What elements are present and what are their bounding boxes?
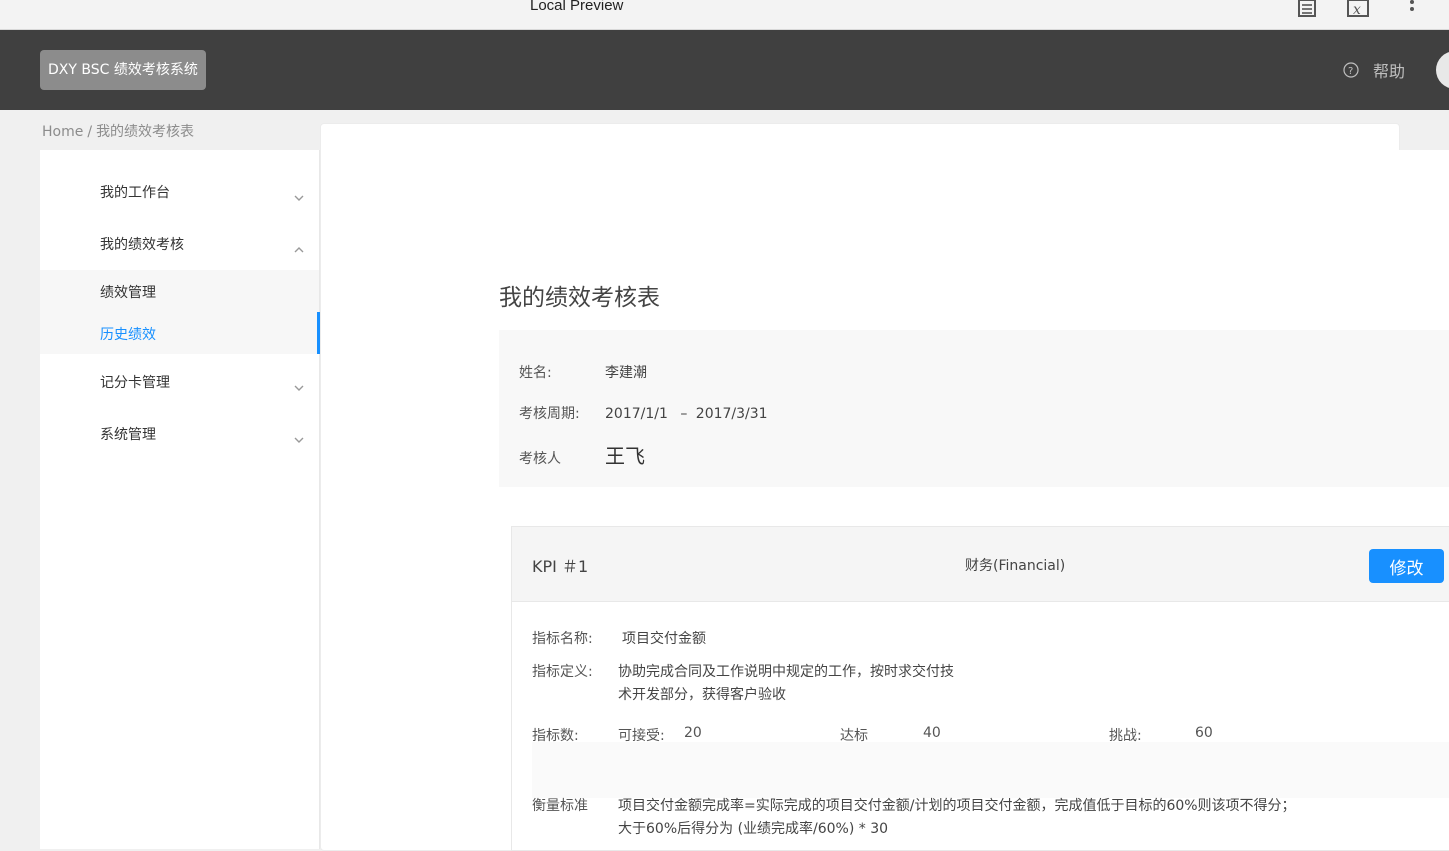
page-title: 我的绩效考核表 [499,285,660,311]
acceptable-label: 可接受: [618,728,665,744]
kpi-category: 财务(Financial) [965,558,1066,574]
sidebar-item-performance-management[interactable]: 绩效管理 [40,270,319,312]
kpi-definition-line: 协助完成合同及工作说明中规定的工作，按时求交付技 [618,664,954,680]
avatar[interactable] [1436,51,1449,89]
preview-toolbar: Local Preview x [0,0,1449,30]
edit-button[interactable]: 修改 [1369,549,1444,583]
chevron-down-icon [294,428,304,447]
breadcrumb: Home / 我的绩效考核表 [42,121,194,141]
target-value: 40 [923,725,941,741]
kpi-name-value: 项目交付金额 [622,631,706,647]
submenu-my-performance: 绩效管理 历史绩效 [40,270,320,354]
sidebar-item-label: 记分卡管理 [100,375,170,391]
breadcrumb-separator: / [87,124,93,140]
sidebar-item-history-performance[interactable]: 历史绩效 [40,312,320,354]
kpi-definition-line: 术开发部分，获得客户验收 [618,687,786,703]
info-row-reviewer: 考核人 王飞 [519,440,645,469]
sidebar-item-label: 我的绩效考核 [100,237,184,253]
kpi-name-label: 指标名称: [532,631,593,647]
svg-text:x: x [1353,2,1361,18]
sidebar-item-label: 系统管理 [100,427,156,443]
challenge-label: 挑战: [1109,728,1142,744]
sidebar-item-system[interactable]: 系统管理 [40,408,319,460]
sidebar-item-label: 历史绩效 [100,327,156,343]
kpi-measure-line: 大于60%后得分为 (业绩完成率/60%) * 30 [618,821,889,837]
kpi-targets-label: 指标数: [532,728,579,744]
sidebar-item-my-performance[interactable]: 我的绩效考核 [40,218,319,270]
brand-logo[interactable]: DXY BSC 绩效考核系统 [40,50,206,90]
name-value: 李建潮 [605,365,647,381]
help-link[interactable]: ? 帮助 [1343,58,1405,82]
challenge-value: 60 [1195,725,1213,741]
breadcrumb-home[interactable]: Home [42,124,83,140]
reviewer-value: 王飞 [605,444,645,468]
kpi-card-header: KPI ＃1 财务(Financial) 修改 [512,527,1449,602]
kpi-measure-label: 衡量标准 [532,798,588,814]
more-vertical-icon[interactable] [1408,0,1416,22]
help-label: 帮助 [1373,62,1406,81]
kpi-measure-line: 项目交付金额完成率=实际完成的项目交付金额/计划的项目交付金额，完成值低于目标的… [618,798,1296,814]
period-separator: – [680,406,688,422]
employee-info-panel: 姓名: 李建潮 考核周期: 2017/1/1 – 2017/3/31 考核人 王飞 [499,330,1449,487]
acceptable-value: 20 [684,725,702,741]
reviewer-label: 考核人 [519,451,561,467]
sidebar-item-workbench[interactable]: 我的工作台 [40,166,319,218]
kpi-number: KPI ＃1 [532,557,589,576]
help-icon: ? [1343,62,1359,78]
preview-title: Local Preview [530,0,624,14]
kpi-card: KPI ＃1 财务(Financial) 修改 指标名称: 项目交付金额 指标定… [511,526,1449,851]
sidebar-item-label: 我的工作台 [100,185,170,201]
sidebar-item-scorecard[interactable]: 记分卡管理 [40,356,319,408]
info-row-name: 姓名: 李建潮 [519,362,647,382]
target-label: 达标 [840,728,868,744]
breadcrumb-current: 我的绩效考核表 [96,124,195,140]
sidebar: 我的工作台 我的绩效考核 绩效管理 历史绩效 记分卡管理 系统管理 [40,150,320,849]
chevron-down-icon [294,186,304,205]
sidebar-item-label: 绩效管理 [100,285,156,301]
info-row-period: 考核周期: 2017/1/1 – 2017/3/31 [519,403,768,423]
period-end: 2017/3/31 [695,406,768,422]
period-start: 2017/1/1 [605,406,668,422]
targets-band [532,742,1449,798]
document-icon[interactable] [1297,0,1317,22]
chevron-up-icon [294,238,304,257]
svg-text:?: ? [1348,66,1353,77]
name-label: 姓名: [519,365,552,381]
formula-icon[interactable]: x [1347,0,1369,22]
chevron-down-icon [294,376,304,395]
app-header: DXY BSC 绩效考核系统 ? 帮助 [0,30,1449,110]
kpi-definition-label: 指标定义: [532,664,593,680]
period-label: 考核周期: [519,406,580,422]
